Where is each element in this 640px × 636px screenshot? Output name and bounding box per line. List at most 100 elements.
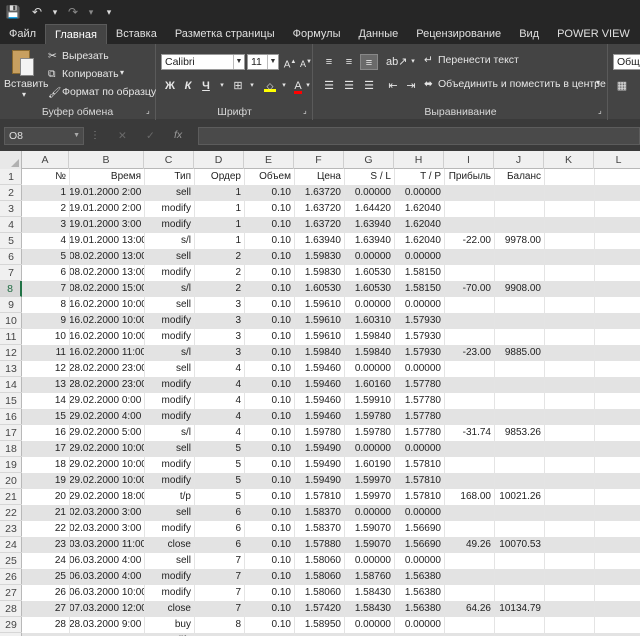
column-header-c[interactable]: C xyxy=(144,151,194,169)
cell[interactable]: 0.10 xyxy=(244,217,294,233)
cell[interactable]: 9853.26 xyxy=(494,425,544,441)
cell[interactable] xyxy=(494,313,544,329)
cell[interactable]: 0.00000 xyxy=(344,617,394,633)
cell[interactable]: 1.59460 xyxy=(294,377,344,393)
cell[interactable]: 1.59830 xyxy=(294,249,344,265)
cell[interactable]: 0.10 xyxy=(244,281,294,297)
italic-button[interactable]: К xyxy=(179,78,197,94)
font-name-dropdown-icon[interactable]: ▼ xyxy=(233,55,244,69)
cell[interactable]: modify xyxy=(144,265,194,281)
cell[interactable]: 1 xyxy=(194,233,244,249)
cell[interactable] xyxy=(494,441,544,457)
cell[interactable]: 9978.00 xyxy=(494,233,544,249)
cut-button[interactable]: Вырезать xyxy=(62,50,109,62)
cell[interactable] xyxy=(494,377,544,393)
cell[interactable]: 28.02.2000 23:00 xyxy=(69,361,144,377)
cell[interactable]: 1.58060 xyxy=(294,585,344,601)
cell[interactable]: 0.00000 xyxy=(394,361,444,377)
cell[interactable] xyxy=(494,249,544,265)
cell[interactable]: 1.56690 xyxy=(394,537,444,553)
cell[interactable]: 3 xyxy=(22,217,69,233)
cell[interactable]: 28.03.2000 9:00 xyxy=(69,617,144,633)
undo-icon[interactable]: ↶ xyxy=(26,2,48,22)
cell[interactable]: 07.03.2000 12:00 xyxy=(69,601,144,617)
copy-button[interactable]: Копировать xyxy=(62,68,119,80)
cell[interactable]: 1.56380 xyxy=(394,585,444,601)
cell[interactable]: 1.58370 xyxy=(294,505,344,521)
row-header[interactable]: 16 xyxy=(0,409,22,425)
cell[interactable]: 0.10 xyxy=(244,345,294,361)
cell[interactable]: 1.58150 xyxy=(394,265,444,281)
cell[interactable]: 29.02.2000 0:00 xyxy=(69,393,144,409)
cell[interactable]: 3 xyxy=(194,329,244,345)
cell[interactable]: t/p xyxy=(144,489,194,505)
font-launcher-icon[interactable]: ⌟ xyxy=(303,106,307,115)
cell[interactable]: 1.57780 xyxy=(394,425,444,441)
cell[interactable]: 0.00000 xyxy=(394,441,444,457)
cell[interactable]: 06.03.2000 4:00 xyxy=(69,569,144,585)
cell[interactable]: 17 xyxy=(22,441,69,457)
cell[interactable]: modify xyxy=(144,313,194,329)
cell[interactable]: 29.02.2000 10:00 xyxy=(69,441,144,457)
cell[interactable]: 1 xyxy=(194,185,244,201)
cell[interactable]: 1.59070 xyxy=(344,521,394,537)
cell[interactable]: 0.00000 xyxy=(344,249,394,265)
row-header[interactable]: 3 xyxy=(0,201,22,217)
cell[interactable]: 8 xyxy=(194,617,244,633)
formula-bar-grip[interactable]: ⋮ xyxy=(90,127,100,145)
row-header[interactable]: 22 xyxy=(0,505,22,521)
cell[interactable]: 1.59490 xyxy=(294,457,344,473)
decrease-indent-icon[interactable]: ⇤ xyxy=(384,78,402,94)
cell[interactable] xyxy=(494,297,544,313)
cell[interactable]: 0.10 xyxy=(244,409,294,425)
cell[interactable]: 1.56380 xyxy=(394,601,444,617)
column-header-h[interactable]: H xyxy=(394,151,444,169)
cell[interactable]: modify xyxy=(144,409,194,425)
row-header[interactable]: 14 xyxy=(0,377,22,393)
tab-0[interactable]: Файл xyxy=(0,24,45,44)
alignment-launcher-icon[interactable]: ⌟ xyxy=(598,106,602,115)
clipboard-launcher-icon[interactable]: ⌟ xyxy=(146,106,150,115)
cell[interactable]: 06.03.2000 4:00 xyxy=(69,553,144,569)
cell[interactable]: 2 xyxy=(22,201,69,217)
cell[interactable] xyxy=(444,361,494,377)
font-name-box[interactable]: Calibri ▼ xyxy=(161,54,245,70)
cell[interactable]: buy xyxy=(144,617,194,633)
wrap-text-icon[interactable]: ↵ xyxy=(424,54,433,66)
cell[interactable]: modify xyxy=(144,569,194,585)
cell[interactable]: 1.59830 xyxy=(294,265,344,281)
cell[interactable] xyxy=(444,297,494,313)
align-bottom-icon[interactable]: ≡ xyxy=(360,54,378,70)
cell[interactable]: 3 xyxy=(194,313,244,329)
cell[interactable]: 1.58430 xyxy=(344,585,394,601)
insert-function-icon[interactable]: fx xyxy=(174,129,182,141)
cell[interactable]: 9885.00 xyxy=(494,345,544,361)
cell[interactable]: 13 xyxy=(22,377,69,393)
cell[interactable]: 1.63940 xyxy=(294,233,344,249)
cell[interactable]: 19.01.2000 2:00 xyxy=(69,185,144,201)
cell[interactable]: 1.57810 xyxy=(394,473,444,489)
cell[interactable]: modify xyxy=(144,585,194,601)
cell[interactable]: 19.01.2000 3:00 xyxy=(69,217,144,233)
cell[interactable]: modify xyxy=(144,217,194,233)
merge-dropdown-icon[interactable]: ▾ xyxy=(596,78,600,87)
cell[interactable]: 08.02.2000 13:00 xyxy=(69,249,144,265)
cell[interactable]: 1.57880 xyxy=(294,537,344,553)
header-cell[interactable]: Цена xyxy=(294,169,344,185)
cell[interactable]: 6 xyxy=(22,265,69,281)
cell[interactable]: 1 xyxy=(194,217,244,233)
cell[interactable]: modify xyxy=(144,521,194,537)
row-header[interactable]: 4 xyxy=(0,217,22,233)
cell[interactable]: 1.58760 xyxy=(344,569,394,585)
cell[interactable]: 0.00000 xyxy=(394,185,444,201)
cell[interactable]: 2 xyxy=(194,265,244,281)
cell[interactable]: modify xyxy=(144,393,194,409)
orientation-dropdown-icon[interactable]: ▾ xyxy=(404,54,422,70)
cell[interactable]: 1.57810 xyxy=(394,489,444,505)
cell[interactable]: 1.63720 xyxy=(294,201,344,217)
row-header[interactable]: 18 xyxy=(0,441,22,457)
cell[interactable]: 1.59610 xyxy=(294,297,344,313)
cell[interactable] xyxy=(444,265,494,281)
cell[interactable]: 2 xyxy=(194,281,244,297)
name-box-dropdown-icon[interactable]: ▼ xyxy=(73,128,80,144)
